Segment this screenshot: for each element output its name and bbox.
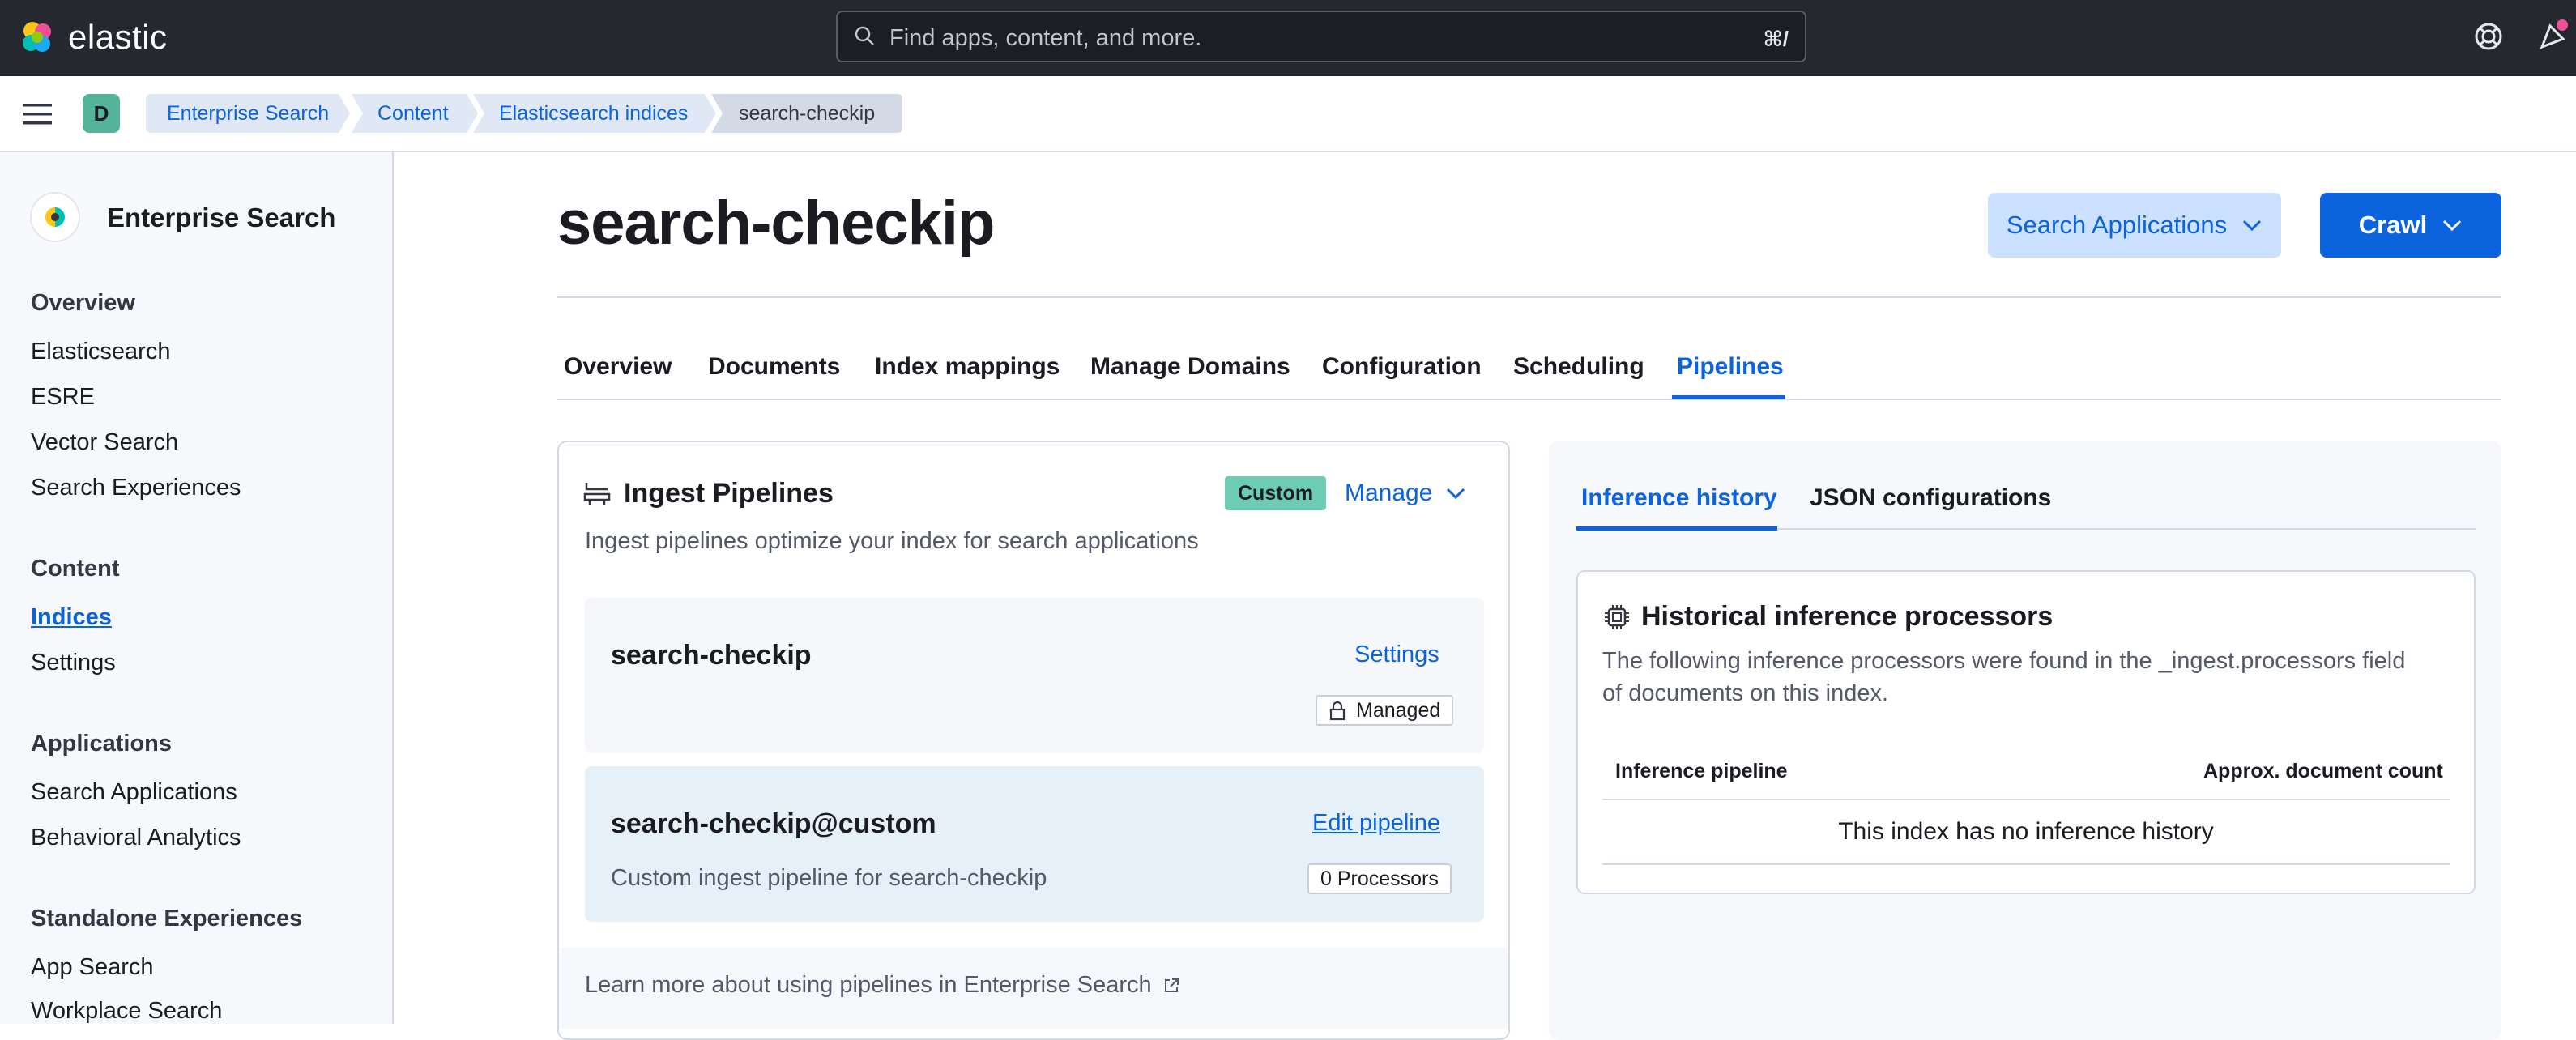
empty-table-message: This index has no inference history xyxy=(1838,818,2214,845)
global-search-input[interactable]: Find apps, content, and more. ⌘/ xyxy=(836,11,1806,62)
custom-badge: Custom xyxy=(1225,476,1327,510)
crawl-button[interactable]: Crawl xyxy=(2320,193,2501,258)
historical-processors-title: Historical inference processors xyxy=(1641,601,2054,632)
pipeline-icon xyxy=(583,483,611,505)
managed-badge: Managed xyxy=(1316,695,1454,726)
page-title: search-checkip xyxy=(557,189,995,258)
tab-manage-domains[interactable]: Manage Domains xyxy=(1090,353,1290,381)
sidebar-item-settings[interactable]: Settings xyxy=(31,650,116,676)
learn-more-link[interactable]: Learn more about using pipelines in Ente… xyxy=(585,972,1181,999)
news-feed-icon[interactable] xyxy=(2535,18,2571,53)
manage-dropdown[interactable]: Manage xyxy=(1345,480,1466,507)
search-applications-button[interactable]: Search Applications xyxy=(1988,193,2281,258)
pipeline-settings-link[interactable]: Settings xyxy=(1354,641,1439,668)
tab-json-configurations[interactable]: JSON configurations xyxy=(1810,484,2051,512)
historical-processors-description: The following inference processors were … xyxy=(1602,645,2405,710)
crawl-label: Crawl xyxy=(2358,211,2428,239)
manage-label: Manage xyxy=(1345,480,1433,506)
column-header-count: Approx. document count xyxy=(2203,760,2443,782)
divider xyxy=(557,296,2501,298)
processors-badge: 0 Processors xyxy=(1307,863,1452,894)
sidebar-item-search-experiences[interactable]: Search Experiences xyxy=(31,475,241,501)
elastic-logo-icon xyxy=(23,22,51,52)
sidebar-heading-standalone: Standalone Experiences xyxy=(31,906,303,931)
active-inference-tab-indicator xyxy=(1576,526,1777,531)
space-avatar[interactable]: D xyxy=(83,94,120,133)
sidebar-item-behavioral-analytics[interactable]: Behavioral Analytics xyxy=(31,825,241,851)
lock-icon xyxy=(1329,701,1346,721)
tab-documents[interactable]: Documents xyxy=(708,353,840,381)
tab-overview[interactable]: Overview xyxy=(564,353,672,381)
tabs-divider xyxy=(557,399,2501,400)
tab-scheduling[interactable]: Scheduling xyxy=(1513,353,1644,381)
search-icon xyxy=(855,26,874,45)
chevron-down-icon xyxy=(2243,220,2262,232)
pipeline-name: search-checkip xyxy=(611,640,812,671)
sidebar-heading-content: Content xyxy=(31,556,120,582)
pipeline-card-custom xyxy=(585,766,1484,922)
sidebar-title: Enterprise Search xyxy=(107,202,336,232)
sidebar-heading-applications: Applications xyxy=(31,731,173,757)
breadcrumb-content[interactable]: Content xyxy=(352,94,478,133)
tab-inference-history[interactable]: Inference history xyxy=(1581,484,1777,512)
tab-pipelines[interactable]: Pipelines xyxy=(1677,353,1784,381)
table-header-divider xyxy=(1602,799,2450,800)
help-icon[interactable] xyxy=(2472,20,2505,53)
description-line-1: The following inference processors were … xyxy=(1602,648,2406,674)
chevron-down-icon xyxy=(2443,220,2462,232)
menu-icon[interactable] xyxy=(21,100,53,128)
breadcrumb-enterprise-search[interactable]: Enterprise Search xyxy=(146,94,350,133)
tab-index-mappings[interactable]: Index mappings xyxy=(875,353,1060,381)
sidebar xyxy=(0,152,394,1024)
custom-pipeline-name: search-checkip@custom xyxy=(611,808,936,839)
custom-pipeline-description: Custom ingest pipeline for search-checki… xyxy=(611,865,1047,891)
learn-more-label: Learn more about using pipelines in Ente… xyxy=(585,972,1152,998)
sidebar-heading-overview: Overview xyxy=(31,290,135,316)
ingest-description: Ingest pipelines optimize your index for… xyxy=(585,528,1199,554)
search-applications-label: Search Applications xyxy=(2006,211,2228,239)
tab-configuration[interactable]: Configuration xyxy=(1322,353,1482,381)
ingest-pipelines-title: Ingest Pipelines xyxy=(624,478,834,509)
search-placeholder: Find apps, content, and more. xyxy=(889,25,1202,51)
breadcrumb-current: search-checkip xyxy=(711,94,902,133)
active-tab-indicator xyxy=(1672,395,1785,399)
sidebar-item-indices[interactable]: Indices xyxy=(31,604,112,631)
sidebar-item-vector-search[interactable]: Vector Search xyxy=(31,429,178,456)
sidebar-item-search-applications[interactable]: Search Applications xyxy=(31,779,237,806)
managed-label: Managed xyxy=(1356,699,1441,722)
column-header-pipeline: Inference pipeline xyxy=(1615,760,1788,782)
brand-name: elastic xyxy=(68,18,168,56)
enterprise-search-logo-icon xyxy=(30,192,80,242)
chevron-down-icon xyxy=(1447,488,1465,500)
external-link-icon xyxy=(1164,978,1179,992)
sidebar-item-workplace-search[interactable]: Workplace Search xyxy=(31,998,222,1025)
elastic-logo[interactable]: elastic xyxy=(18,15,168,60)
sidebar-item-elasticsearch[interactable]: Elasticsearch xyxy=(31,339,170,365)
sidebar-item-app-search[interactable]: App Search xyxy=(31,954,154,981)
edit-pipeline-link[interactable]: Edit pipeline xyxy=(1312,810,1440,837)
breadcrumb-elasticsearch-indices[interactable]: Elasticsearch indices xyxy=(473,94,716,133)
description-line-2: of documents on this index. xyxy=(1602,680,1889,706)
sidebar-item-esre[interactable]: ESRE xyxy=(31,384,95,411)
table-bottom-divider xyxy=(1602,863,2450,865)
pipeline-card-default xyxy=(585,598,1484,753)
search-shortcut: ⌘/ xyxy=(1763,27,1789,51)
chip-icon xyxy=(1605,605,1629,629)
